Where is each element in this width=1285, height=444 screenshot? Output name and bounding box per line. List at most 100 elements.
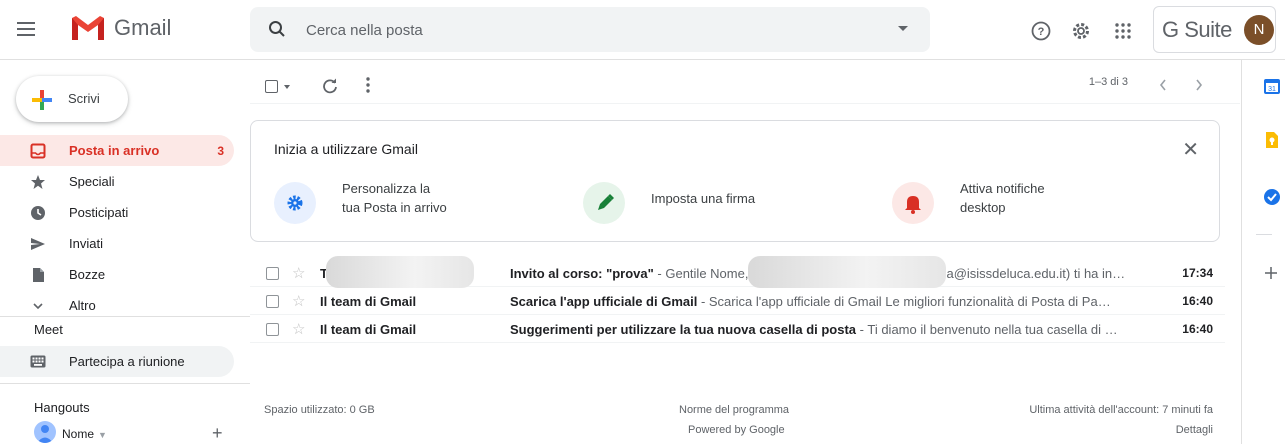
help-icon[interactable]: ?	[1030, 20, 1052, 42]
compose-label: Scrivi	[68, 91, 100, 106]
email-snippet-end: a@isissdeluca.edu.it) ti ha in…	[946, 266, 1126, 281]
feature-line: Attiva notifiche	[960, 181, 1045, 196]
row-checkbox[interactable]	[266, 295, 279, 308]
feature-line: Personalizza la	[342, 181, 431, 196]
calendar-icon[interactable]: 31	[1263, 77, 1281, 95]
sidebar-item-label: Altro	[69, 298, 96, 313]
sidebar-item-starred[interactable]: Speciali	[0, 166, 234, 197]
sidebar-item-label: Speciali	[69, 174, 115, 189]
search-icon[interactable]	[268, 20, 286, 38]
clock-icon	[31, 206, 45, 220]
apps-grid-icon[interactable]	[1112, 20, 1134, 42]
redacted-block	[326, 256, 474, 288]
svg-text:?: ?	[1038, 26, 1045, 38]
add-hangout-button[interactable]: +	[212, 423, 223, 444]
main-menu-button[interactable]	[14, 18, 38, 42]
email-time: 16:40	[1182, 294, 1213, 308]
details-link[interactable]: Dettagli	[1176, 424, 1213, 436]
panel-divider	[1256, 234, 1272, 235]
email-snippet: - Gentile Nome,	[653, 266, 749, 281]
meet-section-title: Meet	[34, 322, 63, 337]
customize-inbox-item[interactable]: Personalizza la tua Posta in arrivo	[274, 179, 494, 225]
gsuite-account-area[interactable]: G Suite N	[1153, 6, 1276, 53]
hangouts-user-dropdown[interactable]: Nome ▼	[62, 427, 107, 441]
chevron-down-icon	[33, 303, 43, 310]
hangouts-user-name: Nome	[62, 427, 95, 441]
select-options-icon[interactable]	[284, 85, 290, 89]
draft-icon	[33, 268, 44, 282]
gmail-logo-text: Gmail	[114, 15, 172, 40]
close-icon[interactable]: ✕	[1182, 137, 1199, 162]
pen-icon	[583, 182, 625, 224]
row-checkbox[interactable]	[266, 267, 279, 280]
card-title: Inizia a utilizzare Gmail	[274, 141, 418, 157]
star-icon	[31, 175, 45, 189]
send-icon	[31, 238, 45, 250]
sidebar-item-inbox[interactable]: Posta in arrivo 3	[0, 135, 234, 166]
email-row[interactable]: ☆ Il team di Gmail Suggerimenti per util…	[250, 315, 1225, 343]
hangouts-section-title: Hangouts	[34, 400, 90, 415]
storage-usage: Spazio utilizzato: 0 GB	[264, 404, 375, 416]
sidebar-item-snoozed[interactable]: Posticipati	[0, 197, 234, 228]
gmail-m-icon	[72, 16, 104, 40]
star-icon[interactable]: ☆	[292, 292, 305, 310]
pagination-label: 1–3 di 3	[1088, 76, 1128, 88]
sidebar-item-drafts[interactable]: Bozze	[0, 259, 234, 290]
sidebar-item-label: Posta in arrivo	[69, 143, 160, 158]
desktop-notifications-item[interactable]: Attiva notifiche desktop	[892, 179, 1112, 225]
svg-text:31: 31	[1268, 86, 1276, 93]
feature-line: desktop	[960, 200, 1006, 215]
compose-button[interactable]: Scrivi	[16, 76, 128, 122]
feature-line: tua Posta in arrivo	[342, 200, 447, 215]
select-all-checkbox[interactable]	[265, 80, 278, 93]
email-sender: Il team di Gmail	[320, 294, 417, 309]
plus-icon	[32, 90, 52, 110]
top-bar: Gmail ? G Suite N	[0, 0, 1285, 60]
join-meeting-button[interactable]: Partecipa a riunione	[0, 346, 234, 377]
hangouts-avatar[interactable]	[34, 421, 56, 443]
keyboard-icon	[30, 355, 46, 368]
sidebar-item-sent[interactable]: Inviati	[0, 228, 234, 259]
star-icon[interactable]: ☆	[292, 320, 305, 338]
set-signature-item[interactable]: Imposta una firma	[583, 179, 803, 225]
sidebar-item-label: Bozze	[69, 267, 106, 282]
mail-toolbar: 1–3 di 3	[250, 60, 1240, 104]
search-bar[interactable]	[250, 7, 930, 52]
email-subject: Suggerimenti per utilizzare la tua nuova…	[510, 322, 857, 337]
last-activity: Ultima attività dell'account: 7 minuti f…	[1029, 404, 1213, 416]
email-row[interactable]: ☆ Il team di Gmail Scarica l'app ufficia…	[250, 287, 1225, 315]
search-options-icon[interactable]	[898, 26, 908, 31]
sidebar-divider	[0, 316, 250, 317]
email-time: 17:34	[1182, 266, 1213, 280]
star-icon[interactable]: ☆	[292, 264, 305, 282]
search-input[interactable]	[306, 18, 866, 42]
get-addons-icon[interactable]	[1264, 266, 1278, 280]
refresh-icon[interactable]	[322, 78, 338, 94]
bell-icon	[892, 182, 934, 224]
join-meeting-label: Partecipa a riunione	[69, 354, 185, 369]
more-options-icon[interactable]	[364, 76, 372, 94]
gmail-logo[interactable]: Gmail	[70, 14, 171, 42]
email-row[interactable]: ☆ T Invito al corso: "prova" - Gentile N…	[250, 256, 1225, 288]
sidebar-item-label: Posticipati	[69, 205, 129, 220]
tasks-icon[interactable]	[1263, 188, 1281, 206]
settings-icon	[274, 182, 316, 224]
powered-by-google: Powered by Google	[688, 424, 785, 436]
email-subject: Invito al corso: "prova"	[510, 266, 654, 281]
email-snippet: - Ti diamo il benvenuto nella tua casell…	[856, 322, 1118, 337]
email-sender: Il team di Gmail	[320, 322, 417, 337]
caret-down-icon: ▼	[98, 430, 107, 440]
getting-started-card: Inizia a utilizzare Gmail ✕ Personalizza…	[250, 120, 1220, 242]
feature-line: Imposta una firma	[651, 191, 756, 206]
sidebar-nav: Posta in arrivo 3 Speciali Posticipati I…	[0, 135, 240, 321]
prev-page-icon[interactable]	[1158, 78, 1168, 92]
row-checkbox[interactable]	[266, 323, 279, 336]
keep-icon[interactable]	[1265, 131, 1279, 149]
program-policies-link[interactable]: Norme del programma	[679, 404, 789, 416]
sidebar-divider	[0, 383, 250, 384]
account-avatar[interactable]: N	[1244, 15, 1274, 45]
inbox-icon	[30, 143, 46, 159]
person-icon	[37, 425, 53, 443]
gear-icon[interactable]	[1070, 20, 1092, 42]
next-page-icon[interactable]	[1194, 78, 1204, 92]
